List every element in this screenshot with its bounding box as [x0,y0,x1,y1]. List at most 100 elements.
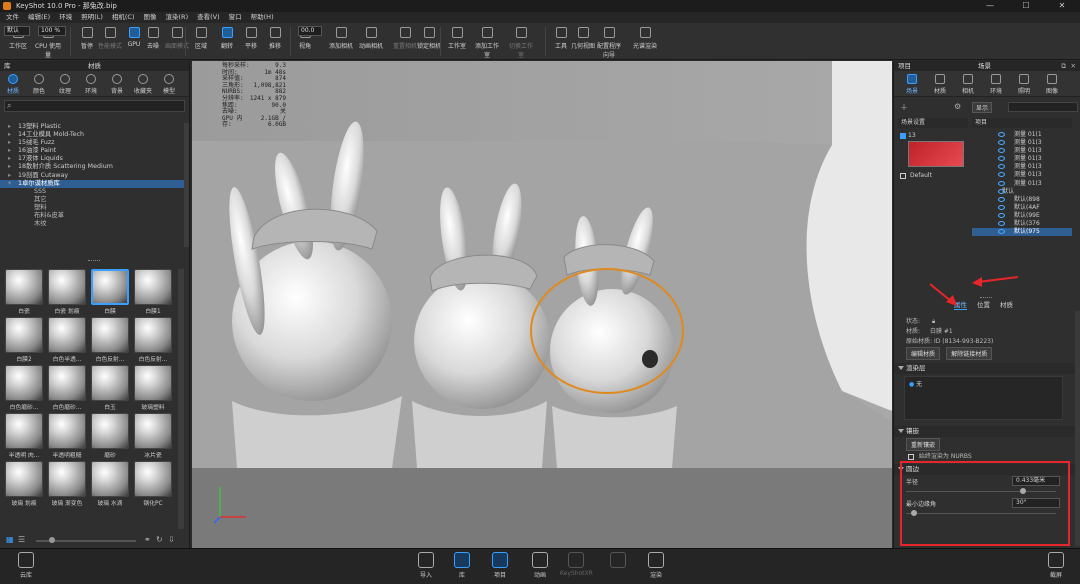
visibility-eye-icon[interactable] [998,148,1005,154]
expand-arrow-icon[interactable]: ▸ [8,123,18,131]
material-thumbnail[interactable]: 白瓷 [4,269,44,315]
material-thumbnail[interactable]: 白玉 [90,365,130,411]
add-scene-icon[interactable]: ＋ [900,102,908,113]
pan-button[interactable]: 平移 [238,25,264,58]
library-tree-item[interactable]: 塑料 [0,204,184,212]
add-camera-button[interactable]: 添加相机 [328,25,354,58]
lock-icon[interactable]: 🔒︎ [932,318,935,325]
scene-tab-scene[interactable]: 场景 [898,71,926,96]
material-thumbnail[interactable]: 白色反射... [90,317,130,363]
menu-window[interactable]: 窗口 [229,12,242,23]
material-thumbnail[interactable]: 白膜1 [133,269,173,315]
visibility-eye-icon[interactable] [998,156,1005,162]
reset-camera-button[interactable]: 重置相机 [392,25,418,58]
library-tree-item[interactable]: ▸ 14工业模具 Mold-Tech [0,131,184,139]
nurbs-checkbox[interactable] [908,453,914,460]
refresh-icon[interactable]: ↻ [156,535,163,544]
render-viewport[interactable]: 每秒采样: 9.3 时间: 1m 48s 采样值: 874 三角形: 1,098,821 NUR… [192,61,892,548]
material-thumbnail[interactable]: 玻璃塑料 [133,365,173,411]
cloud-library-button[interactable]: 云库 [10,552,42,579]
material-thumbnail[interactable]: 白色磨砂... [47,365,87,411]
visibility-eye-icon[interactable] [998,140,1005,146]
scene-tree-item[interactable]: 默认(898 [972,196,1072,204]
material-thumbnail[interactable]: 玻璃 水滴 [90,461,130,507]
visibility-eye-icon[interactable] [998,212,1005,218]
material-thumbnail[interactable]: 冰片瓷 [133,413,173,459]
tumble-button[interactable]: 翻转 [214,25,240,58]
library-tree-item[interactable]: 其它 [0,196,184,204]
focal-input[interactable]: 00.0 [298,26,322,36]
studio-button[interactable]: 工作室 [444,25,470,58]
scene-tree-item[interactable]: 默认(99E [972,212,1072,220]
library-tree-item[interactable]: ▸ 13塑料 Plastic [0,123,184,131]
visibility-eye-icon[interactable] [998,188,1005,194]
library-tab-background[interactable]: 背景 [104,71,130,96]
library-tab-model[interactable]: 模型 [156,71,182,96]
list-view-icon[interactable]: ☰ [18,535,25,544]
cpu-input[interactable]: 100 % [38,26,66,36]
visibility-eye-icon[interactable] [998,180,1005,186]
material-thumbnail[interactable]: 半透明粗糙 [47,413,87,459]
scene-tab-environment[interactable]: 环境 [982,71,1010,96]
expand-arrow-icon[interactable]: ▸ [8,172,18,180]
library-tree-item[interactable]: ▾ 1卓尔谟材质库 [0,179,184,188]
library-tab-color[interactable]: 颜色 [26,71,52,96]
minimize-button[interactable]: — [972,0,1008,12]
grid-view-icon[interactable]: ▦ [6,535,14,544]
library-tab-environment[interactable]: 环境 [78,71,104,96]
library-tab-favorites[interactable]: 收藏夹 [130,71,156,96]
material-thumbnail[interactable]: 白膜2 [4,317,44,363]
visibility-eye-icon[interactable] [998,132,1005,137]
splitter-handle[interactable] [88,260,100,263]
panel-close-icon[interactable]: ✕ [1071,61,1076,71]
visibility-eye-icon[interactable] [998,229,1005,235]
scene-tree-item[interactable]: 默认(376 [972,220,1072,228]
library-tree-item[interactable]: ▸ 18散射介质 Scattering Medium [0,163,184,171]
project-tab-label[interactable]: 项目 [898,62,911,70]
scene-tab-lighting[interactable]: 照明 [1010,71,1038,96]
menu-edit[interactable]: 编辑(E) [28,12,50,23]
tree-scrollbar[interactable] [184,123,189,247]
material-thumbnail[interactable]: 玻璃 划痕 [4,461,44,507]
material-thumbnail[interactable]: 白色反射... [133,317,173,363]
menu-lighting[interactable]: 照明(L) [81,12,103,23]
scene-tree-item[interactable]: 测量 01(3 [972,171,1072,179]
visibility-eye-icon[interactable] [998,196,1005,202]
menu-environment[interactable]: 环境 [59,12,72,23]
close-button[interactable]: ✕ [1044,0,1080,12]
scene-tab-camera[interactable]: 相机 [954,71,982,96]
expand-arrow-icon[interactable]: ▸ [8,147,18,155]
render-layers-header[interactable]: 渲染层 [894,363,1075,374]
scene-tab-material[interactable]: 材质 [926,71,954,96]
scene-tree-item[interactable]: 默认(4AF [972,204,1072,212]
material-thumbnail[interactable]: 白色磨砂... [4,365,44,411]
denoise-button[interactable]: 去噪 [140,25,166,58]
menu-file[interactable]: 文件 [6,12,19,23]
settings-icon[interactable]: ⚙ [954,102,961,111]
animation-button[interactable]: 动画 [524,552,556,579]
scene-tree-item[interactable]: 测量 01(3 [972,180,1072,188]
animate-camera-button[interactable]: 动画相机 [358,25,384,58]
tessellation-header[interactable]: 镶嵌 [894,426,1075,437]
maximize-button[interactable]: ☐ [1008,0,1044,12]
display-mode-button[interactable]: 画面模式 [164,25,190,58]
dolly-button[interactable]: 推移 [262,25,288,58]
add-studio-button[interactable]: 添加工作室 [474,25,500,59]
performance-mode-button[interactable]: 性能模式 [97,25,123,58]
workspace-dropdown[interactable]: 默认 [4,26,30,36]
properties-scrollbar[interactable] [1075,311,1080,546]
library-tab-texture[interactable]: 纹理 [52,71,78,96]
spectral-render-button[interactable]: 光谱渲染 [632,25,658,58]
scene-tab-image[interactable]: 图像 [1038,71,1066,96]
geometry-view-button[interactable]: 几何视图 [570,25,596,58]
expand-arrow-icon[interactable]: ▸ [8,155,18,163]
retessellate-button[interactable]: 重新镶嵌 [906,438,941,451]
scene-checkbox-default[interactable] [900,173,906,179]
material-thumbnail[interactable]: 玻璃 渐变色 [47,461,87,507]
visibility-eye-icon[interactable] [998,221,1005,227]
menu-view[interactable]: 查看(V) [197,12,220,23]
material-thumbnail[interactable]: 白色半透... [47,317,87,363]
expand-arrow-icon[interactable]: ▸ [8,131,18,139]
link-icon[interactable]: ⚭ [144,535,151,544]
project-button[interactable]: 项目 [484,552,516,579]
